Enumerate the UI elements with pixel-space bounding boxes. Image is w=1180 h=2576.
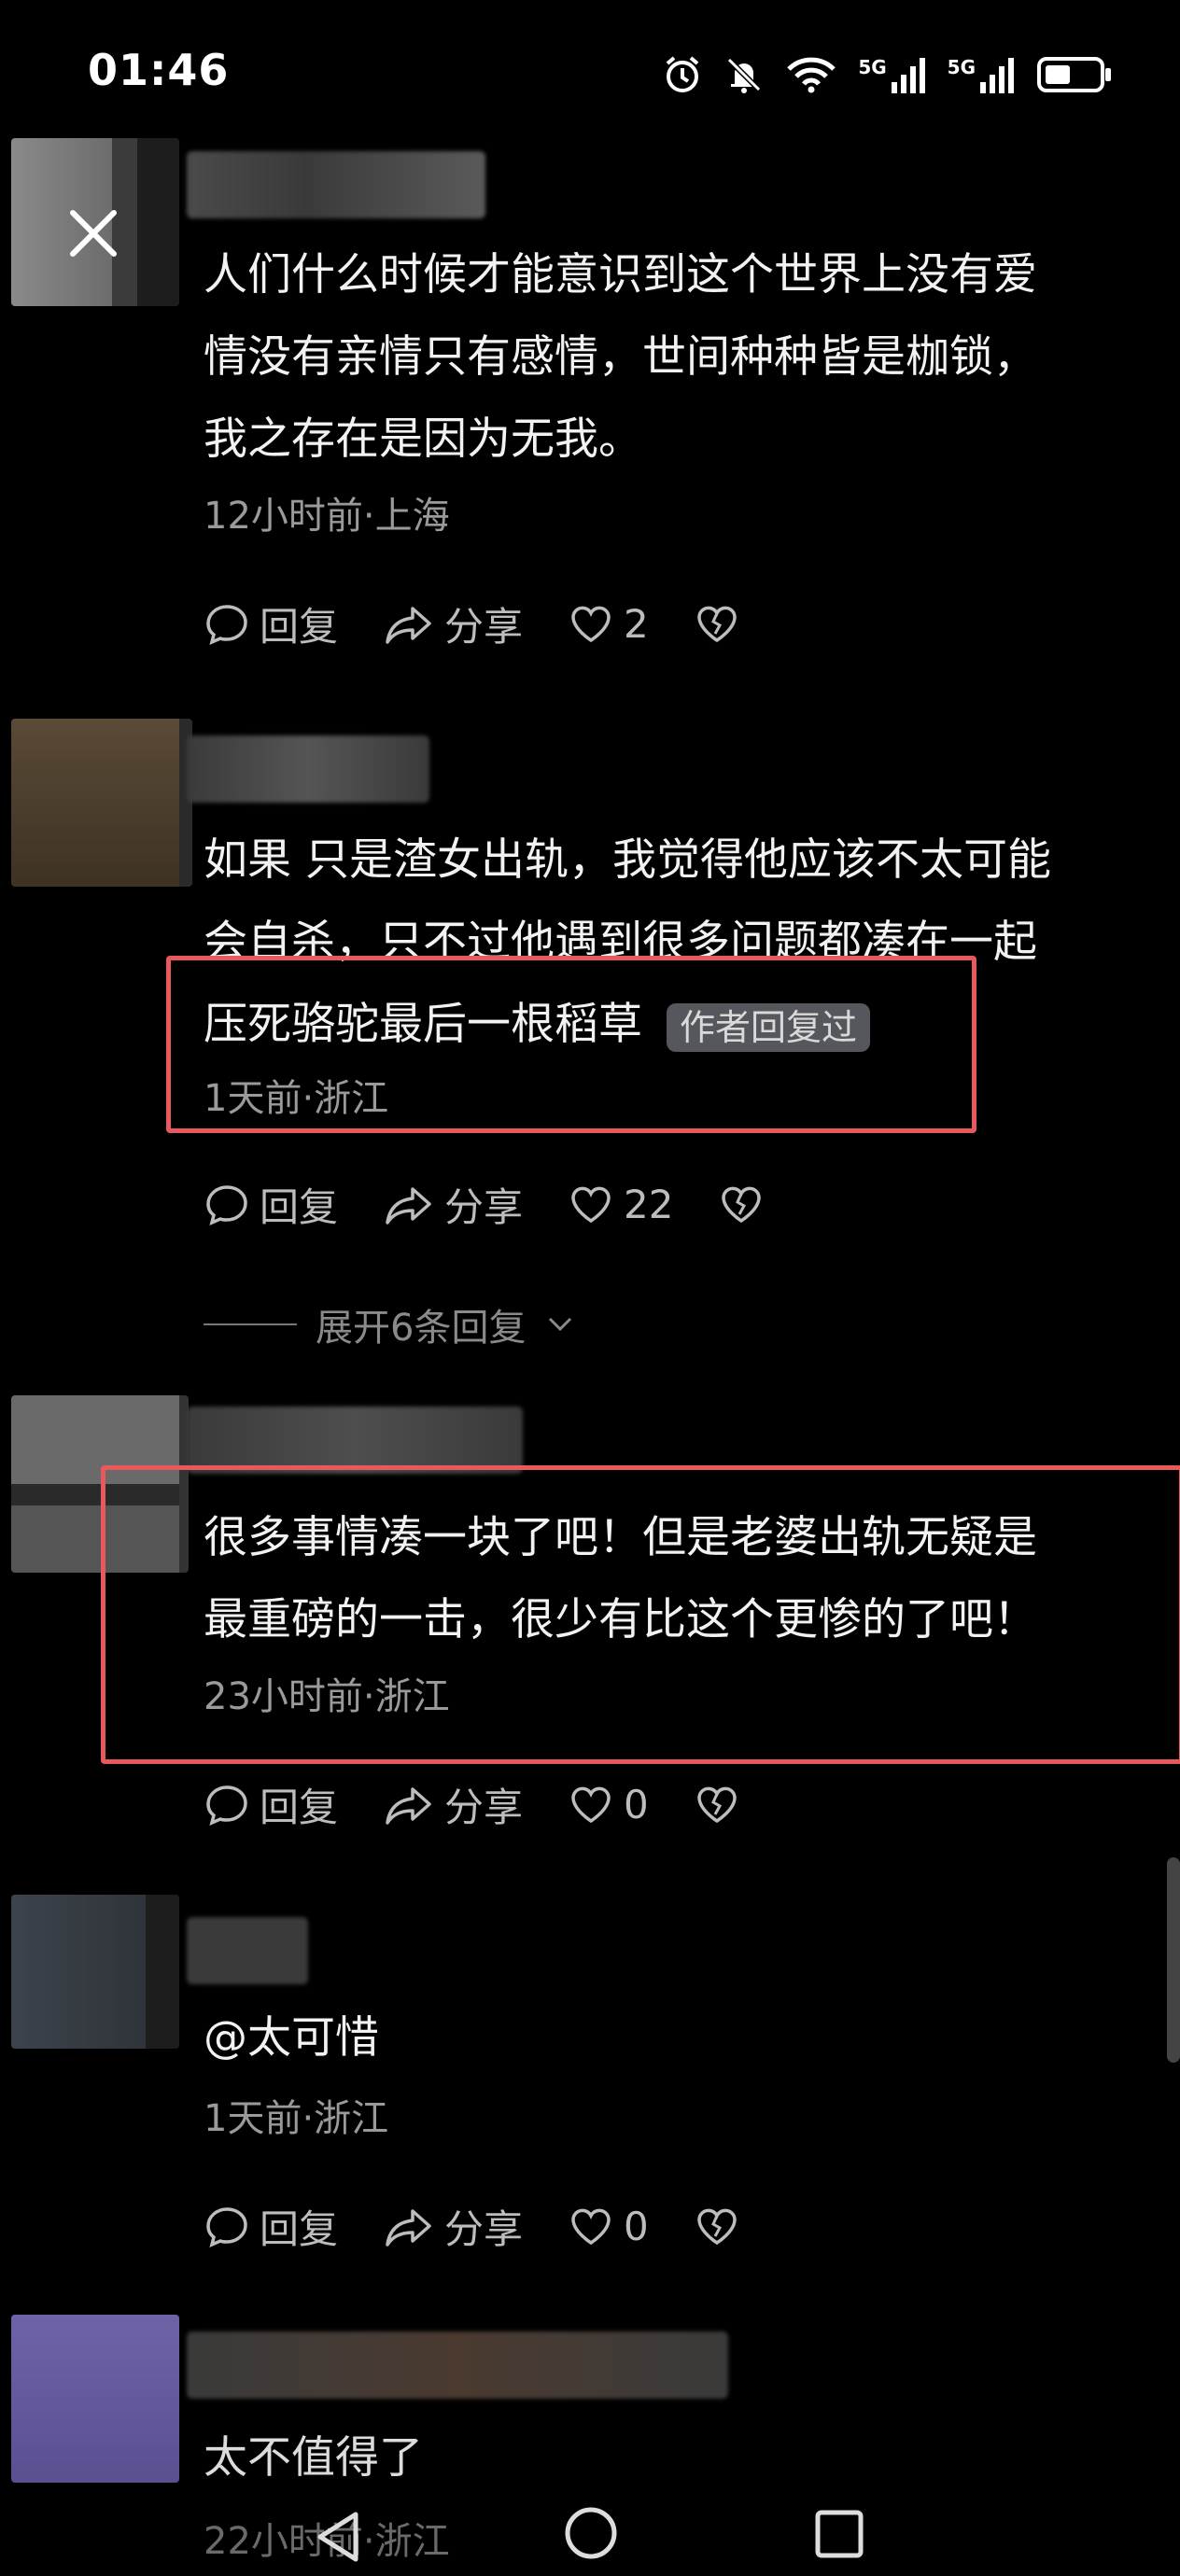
reply-button[interactable]: 回复 [204,1176,338,1233]
share-icon [386,2208,431,2247]
heart-icon [571,1786,611,1823]
comment-text: 如果 只是渣女出轨，我觉得他应该不太可能 会自杀，只不过他遇到很多问题都凑在一起… [204,819,1137,1066]
dislike-button[interactable] [694,601,740,648]
share-icon [386,1786,431,1825]
comment-meta: 1天前·浙江 [204,2097,389,2140]
reply-button[interactable]: 回复 [204,595,338,652]
dislike-button[interactable] [694,2204,740,2250]
broken-heart-icon [697,2208,737,2245]
comment-text-body: 如果 只是渣女出轨，我觉得他应该不太可能 会自杀，只不过他遇到很多问题都凑在一起… [204,834,1051,1050]
username-blurred[interactable] [187,1917,308,1984]
close-icon [70,210,117,257]
heart-icon [571,606,611,642]
username-blurred[interactable] [187,2331,728,2399]
expand-replies-button[interactable]: 展开6条回复 [204,1297,576,1351]
heart-icon [571,2208,611,2245]
like-count: 22 [624,1182,674,1227]
like-count: 2 [624,601,649,647]
comment-actions: 回复 分享 22 [204,1176,809,1233]
reply-button[interactable]: 回复 [204,2198,338,2255]
status-icons: 5G 5G [662,47,1115,103]
comment-actions: 回复 分享 2 [204,595,785,652]
5g-signal-icon: 5G [948,56,1016,93]
dislike-button[interactable] [694,1782,740,1828]
reply-label: 回复 [260,1785,339,1830]
share-label: 分享 [444,1184,524,1230]
share-label: 分享 [444,604,524,650]
like-button[interactable]: 0 [568,2204,649,2250]
5g-signal-icon: 5G [858,56,926,93]
reply-label: 回复 [260,1184,339,1230]
reply-label: 回复 [260,604,339,650]
home-nav-icon[interactable] [563,2505,619,2561]
author-replied-badge: 作者回复过 [667,1002,871,1052]
like-button[interactable]: 2 [568,601,649,648]
share-icon [386,606,431,644]
comment-text: 很多事情凑一块了吧！但是老婆出轨无疑是 最重磅的一击，很少有比这个更惨的了吧！ [204,1512,1037,1645]
share-button[interactable]: 分享 [383,2198,523,2255]
like-button[interactable]: 22 [568,1182,673,1228]
comment-bubble-icon [206,1184,247,1225]
close-button[interactable] [56,196,131,271]
scrollbar[interactable] [1167,1857,1180,2063]
recents-nav-icon[interactable] [814,2509,864,2559]
username-blurred[interactable] [187,1407,523,1474]
chevron-down-icon [549,1317,572,1332]
like-button[interactable]: 0 [568,1782,649,1828]
comment-bubble-icon [206,1785,247,1826]
status-bar: 01:46 5G 5G [0,0,1180,140]
reply-button[interactable]: 回复 [204,1776,338,1833]
status-time: 01:46 [88,45,230,95]
username-blurred[interactable] [187,151,485,218]
broken-heart-icon [697,1786,737,1823]
heart-icon [571,1186,611,1223]
share-label: 分享 [444,1785,524,1830]
comment-meta: 1天前·浙江 [204,1077,389,1120]
comment-text: @太可惜 [204,2012,379,2064]
username-blurred[interactable] [187,735,429,803]
broken-heart-icon [722,1186,762,1223]
share-button[interactable]: 分享 [383,1776,523,1833]
avatar[interactable] [11,1395,189,1573]
broken-heart-icon [697,606,737,642]
navigation-bar [0,2483,1180,2576]
network-label: 5G [858,56,887,78]
expand-replies-label: 展开6条回复 [316,1307,527,1350]
comment-bubble-icon [206,604,247,645]
comment-bubble-icon [206,2206,247,2247]
share-button[interactable]: 分享 [383,1176,523,1233]
mute-icon [723,54,765,95]
share-label: 分享 [444,2206,524,2252]
dislike-button[interactable] [718,1182,765,1228]
reply-label: 回复 [260,2206,339,2252]
avatar[interactable] [11,1895,179,2049]
network-label: 5G [947,56,976,78]
avatar[interactable] [11,719,192,887]
avatar[interactable] [11,2315,179,2483]
comment-meta: 12小时前·上海 [204,495,450,538]
like-count: 0 [624,2204,649,2249]
like-count: 0 [624,1782,649,1827]
comment-actions: 回复 分享 0 [204,1776,785,1833]
comment-actions: 回复 分享 0 [204,2198,785,2255]
alarm-icon [662,54,703,95]
comment-text: 人们什么时候才能意识到这个世界上没有爱 情没有亲情只有感情，世间种种皆是枷锁， … [204,249,1037,465]
comment-meta: 23小时前·浙江 [204,1675,450,1718]
battery-icon [1036,54,1115,95]
share-button[interactable]: 分享 [383,595,523,652]
wifi-icon [785,54,837,95]
divider-line [204,1323,297,1325]
share-icon [386,1186,431,1225]
back-nav-icon[interactable] [313,2509,361,2565]
